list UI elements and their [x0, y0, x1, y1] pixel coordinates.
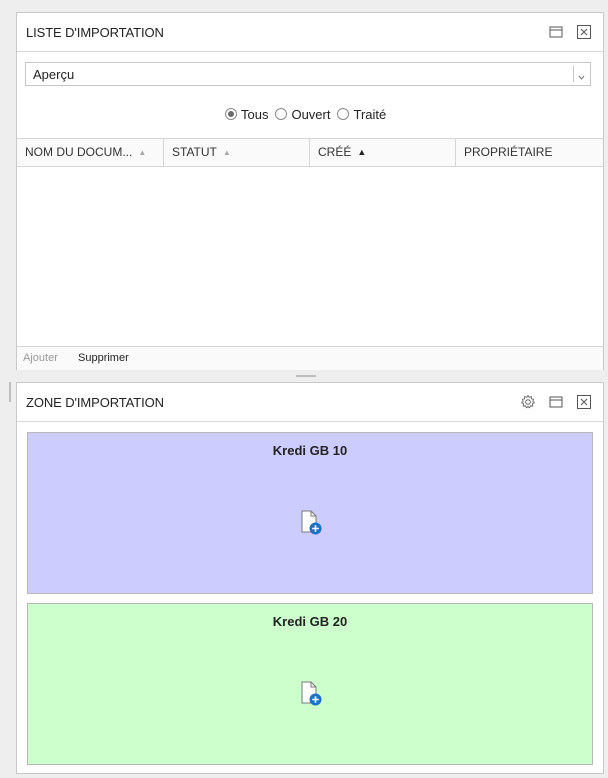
column-header-created[interactable]: CRÉÉ ▲	[310, 139, 456, 166]
import-table: NOM DU DOCUM... ▲ STATUT ▲ CRÉÉ ▲ PROPRIÉTA…	[17, 138, 603, 347]
column-label: NOM DU DOCUM...	[25, 145, 133, 159]
sort-asc-active-icon: ▲	[357, 147, 367, 157]
column-header-owner[interactable]: PROPRIÉTAIRE	[456, 139, 603, 166]
radio-button[interactable]	[275, 108, 288, 120]
import-list-panel: LISTE D'IMPORTATION Aperçu Tous Ouvert T…	[16, 12, 604, 370]
radio-label: Ouvert	[291, 106, 331, 122]
close-icon[interactable]	[577, 25, 591, 39]
sort-asc-icon: ▲	[222, 148, 231, 157]
import-zone-title: ZONE D'IMPORTATION	[26, 395, 164, 410]
vertical-splitter-handle[interactable]	[9, 382, 11, 402]
radio-traite[interactable]: Traité	[337, 107, 386, 122]
import-list-header: LISTE D'IMPORTATION	[17, 13, 603, 52]
settings-gear-icon[interactable]	[520, 394, 536, 410]
import-zone-panel: ZONE D'IMPORTATION Kredi GB 10 Kredi GB …	[16, 382, 604, 774]
drop-zone-title: Kredi GB 10	[272, 443, 348, 458]
column-label: PROPRIÉTAIRE	[464, 145, 553, 159]
maximize-icon[interactable]	[549, 395, 563, 409]
horizontal-splitter-handle[interactable]	[296, 375, 316, 377]
view-dropdown-value: Aperçu	[33, 67, 75, 82]
document-add-icon[interactable]	[300, 681, 324, 707]
sort-asc-icon: ▲	[138, 148, 147, 157]
status-filter: Tous Ouvert Traité	[225, 105, 393, 123]
radio-ouvert[interactable]: Ouvert	[275, 107, 330, 122]
column-label: STATUT	[172, 145, 217, 159]
radio-button[interactable]	[225, 108, 237, 120]
radio-button[interactable]	[337, 108, 350, 120]
import-list-title: LISTE D'IMPORTATION	[26, 25, 164, 40]
import-zone-header: ZONE D'IMPORTATION	[17, 383, 603, 422]
chevron-down-icon[interactable]	[577, 69, 586, 80]
table-header: NOM DU DOCUM... ▲ STATUT ▲ CRÉÉ ▲ PROPRIÉTA…	[17, 139, 603, 167]
column-header-status[interactable]: STATUT ▲	[164, 139, 310, 166]
table-body	[17, 167, 603, 347]
column-header-document-name[interactable]: NOM DU DOCUM... ▲	[17, 139, 164, 166]
list-footer: Ajouter Supprimer	[17, 346, 603, 370]
column-label: CRÉÉ	[318, 145, 352, 159]
dropdown-separator	[573, 66, 574, 82]
radio-label: Tous	[241, 106, 269, 122]
add-button[interactable]: Ajouter	[23, 352, 58, 364]
drop-zone-kredi-gb-20[interactable]: Kredi GB 20	[27, 603, 593, 765]
maximize-icon[interactable]	[549, 25, 563, 39]
radio-tous[interactable]: Tous	[225, 107, 268, 122]
delete-button[interactable]: Supprimer	[78, 352, 129, 364]
radio-label: Traité	[353, 106, 387, 122]
drop-zone-kredi-gb-10[interactable]: Kredi GB 10	[27, 432, 593, 594]
view-dropdown[interactable]: Aperçu	[25, 62, 591, 86]
drop-zone-title: Kredi GB 20	[272, 614, 348, 629]
document-add-icon[interactable]	[300, 510, 324, 536]
close-icon[interactable]	[577, 395, 591, 409]
